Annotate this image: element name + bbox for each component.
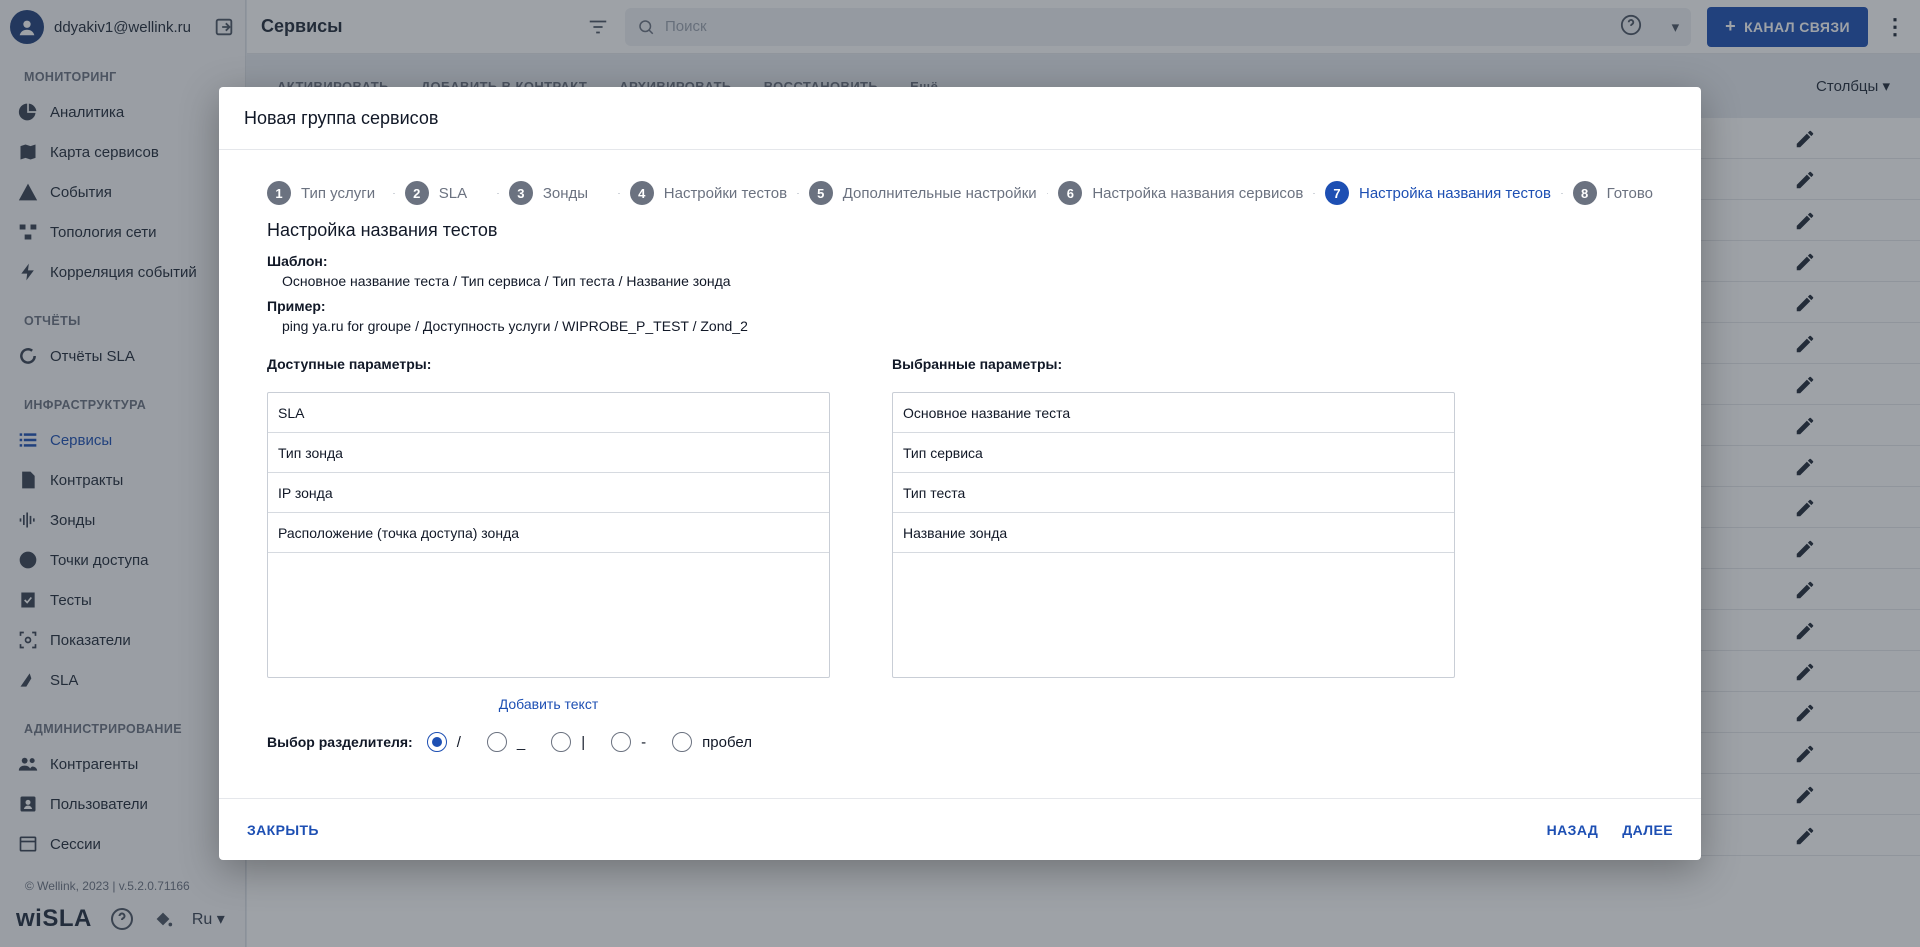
wizard-step: 7 Настройка названия тестов	[1324, 181, 1551, 205]
step-number: 7	[1324, 181, 1349, 205]
available-params-column: Доступные параметры: SLA Тип зонда IP зонд…	[267, 356, 830, 678]
separator-radio[interactable]	[611, 732, 632, 752]
separator-option[interactable]: _	[486, 732, 526, 752]
available-param-item[interactable]: SLA	[268, 393, 829, 433]
available-params-list: SLA Тип зонда IP зонда Расположение (точка …	[267, 392, 830, 678]
step-label: SLA	[438, 184, 468, 202]
step-connector	[497, 192, 499, 194]
separator-radio[interactable]	[672, 732, 693, 752]
separator-option[interactable]: |	[551, 732, 585, 752]
example-value: ping ya.ru for groupe / Доступность услу…	[282, 318, 748, 334]
next-button[interactable]: ДАЛЕЕ	[1622, 822, 1673, 838]
stepper: 1 Тип услуги 2 SLA 3 Зонды 4 Настройки тестов 5 Д…	[219, 150, 1701, 214]
dialog-title: Новая группа сервисов	[219, 87, 1701, 150]
wizard-step: 4 Настройки тестов	[629, 181, 788, 205]
selected-param-item[interactable]: Основное название теста	[893, 393, 1454, 433]
add-text-link[interactable]: Добавить текст	[267, 696, 830, 712]
wizard-step: 3 Зонды	[508, 181, 589, 205]
step-connector	[1313, 192, 1315, 194]
step-label: Дополнительные настройки	[842, 184, 1037, 202]
selected-params-column: Выбранные параметры: Основное название т…	[892, 356, 1455, 678]
wizard-step: 5 Дополнительные настройки	[808, 181, 1037, 205]
template-value: Основное название теста / Тип сервиса / …	[282, 273, 731, 289]
step-connector	[797, 192, 799, 194]
separator-label: Выбор разделителя:	[267, 734, 413, 750]
step-connector	[393, 192, 395, 194]
separator-radio[interactable]	[551, 732, 572, 752]
step-number: 6	[1058, 181, 1083, 205]
separator-option[interactable]: -	[611, 732, 646, 752]
step-number: 5	[808, 181, 833, 205]
wizard-step: 1 Тип услуги	[267, 181, 375, 205]
step-label: Настройка названия тестов	[1358, 184, 1551, 202]
step-connector	[1046, 192, 1049, 194]
available-param-item[interactable]: IP зонда	[268, 473, 829, 513]
step-label: Настройки тестов	[663, 184, 788, 202]
step-connector	[1560, 192, 1563, 194]
close-button[interactable]: ЗАКРЫТЬ	[247, 822, 319, 838]
step-label: Зонды	[542, 184, 589, 202]
step-label: Тип услуги	[301, 184, 376, 202]
separator-radio[interactable]	[426, 732, 447, 752]
selected-param-item[interactable]: Название зонда	[893, 513, 1454, 553]
step-label: Настройка названия сервисов	[1092, 184, 1304, 202]
selected-param-item[interactable]: Тип теста	[893, 473, 1454, 513]
available-param-item[interactable]: Тип зонда	[268, 433, 829, 473]
separator-option-label: /	[456, 733, 461, 751]
dialog-footer: ЗАКРЫТЬ НАЗАД ДАЛЕЕ	[219, 798, 1701, 860]
selected-param-item[interactable]: Тип сервиса	[893, 433, 1454, 473]
step-number: 1	[267, 181, 291, 205]
separator-option-label: _	[516, 733, 526, 751]
step-number: 4	[629, 181, 654, 205]
step-label: Готово	[1606, 184, 1653, 202]
separator-radio[interactable]	[486, 732, 507, 752]
step-connector	[618, 192, 620, 194]
available-params-label: Доступные параметры:	[267, 356, 432, 372]
wizard-step: 8 Готово	[1572, 181, 1653, 205]
selected-params-label: Выбранные параметры:	[892, 356, 1063, 372]
selected-params-list: Основное название теста Тип сервиса Тип те…	[892, 392, 1455, 678]
separator-option[interactable]: /	[426, 732, 461, 752]
available-param-item[interactable]: Расположение (точка доступа) зонда	[268, 513, 829, 553]
example-label: Пример:	[267, 298, 326, 314]
wizard-step: 2 SLA	[404, 181, 468, 205]
new-service-group-dialog: Новая группа сервисов 1 Тип услуги 2 SLA 3 Зо…	[219, 87, 1701, 860]
section-title: Настройка названия тестов	[267, 220, 498, 240]
template-label: Шаблон:	[267, 253, 328, 269]
separator-selector: Выбор разделителя: / _ | - пробел	[267, 732, 1653, 752]
separator-option[interactable]: пробел	[672, 732, 752, 752]
wizard-step: 6 Настройка названия сервисов	[1058, 181, 1303, 205]
step-number: 2	[404, 181, 429, 205]
separator-option-label: пробел	[702, 733, 752, 751]
separator-option-label: |	[581, 733, 586, 751]
separator-option-label: -	[641, 733, 647, 751]
step-number: 8	[1572, 181, 1597, 205]
step-number: 3	[508, 181, 533, 205]
back-button[interactable]: НАЗАД	[1547, 822, 1599, 838]
